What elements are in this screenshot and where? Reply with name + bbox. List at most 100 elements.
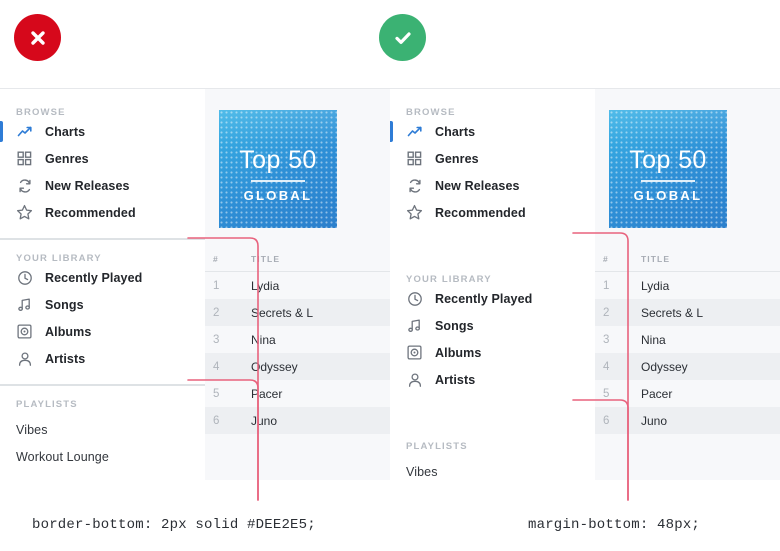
track-table-left: # TITLE 1 Lydia 2 Secrets & L 3 Nina 4 O… [205,247,390,434]
section-heading-browse: BROWSE [406,107,456,118]
playlist-item-vibes[interactable]: Vibes [0,416,205,443]
track-number: 6 [603,414,610,427]
album-disc-icon [16,323,33,340]
content-area-left: Top 50 GLOBAL # TITLE 1 Lydia 2 Secrets … [205,89,390,480]
person-icon [406,371,423,388]
nav-list-browse: Charts Genres New Releases Recommended [390,118,595,226]
sidebar-item-recommended[interactable]: Recommended [0,199,205,226]
table-row[interactable]: 5 Pacer [205,380,390,407]
table-row[interactable]: 2 Secrets & L [595,299,780,326]
playlist-item-workout-lounge[interactable]: Workout Lounge [0,443,205,470]
content-area-right: Top 50 GLOBAL # TITLE 1 Lydia 2 Secrets … [595,89,780,480]
sidebar-item-albums[interactable]: Albums [0,318,205,345]
sidebar-item-label: Charts [435,124,476,139]
album-cover-top-50[interactable]: Top 50 GLOBAL [609,110,727,228]
track-title: Nina [251,332,276,347]
sidebar-section-playlists: PLAYLISTS Vibes Workout Lounge [390,441,595,480]
track-title: Juno [641,413,668,428]
album-divider [251,180,305,182]
sidebar-item-label: Recommended [435,205,526,220]
sidebar-item-new-releases[interactable]: New Releases [0,172,205,199]
track-title: Pacer [641,386,673,401]
check-icon [394,31,411,44]
star-icon [16,204,33,221]
track-number: 4 [213,360,220,373]
table-row[interactable]: 3 Nina [205,326,390,353]
sidebar-item-label: Genres [45,151,89,166]
sidebar-left: BROWSE Charts Genres New Releases Recomm… [0,89,205,480]
sidebar-section-playlists: PLAYLISTS Vibes Workout Lounge [0,386,205,480]
good-example-panel: BROWSE Charts Genres New Releases Recomm… [390,88,780,480]
sidebar-item-genres[interactable]: Genres [390,145,595,172]
sidebar-item-label: Recently Played [45,270,143,285]
sidebar-item-label: Genres [435,151,479,166]
track-number: 3 [603,333,610,346]
sidebar-item-charts[interactable]: Charts [390,118,595,145]
track-table-right: # TITLE 1 Lydia 2 Secrets & L 3 Nina 4 O… [595,247,780,434]
track-number: 1 [213,279,220,292]
album-cover-top-50[interactable]: Top 50 GLOBAL [219,110,337,228]
section-heading-browse: BROWSE [16,107,66,118]
grid-icon [16,150,33,167]
sidebar-item-artists[interactable]: Artists [390,366,595,393]
track-title: Odyssey [251,359,298,374]
table-row[interactable]: 2 Secrets & L [205,299,390,326]
sidebar-item-charts[interactable]: Charts [0,118,205,145]
star-icon [406,204,423,221]
music-note-icon [406,317,423,334]
sidebar-item-artists[interactable]: Artists [0,345,205,372]
track-number: 2 [213,306,220,319]
section-heading-your-library: YOUR LIBRARY [406,274,492,285]
sidebar-item-recently-played[interactable]: Recently Played [390,285,595,312]
sidebar-item-songs[interactable]: Songs [0,291,205,318]
sidebar-section-browse: BROWSE Charts Genres New Releases Recomm… [390,89,595,226]
sidebar-item-label: New Releases [45,178,130,193]
track-number: 5 [603,387,610,400]
table-row[interactable]: 3 Nina [595,326,780,353]
track-title: Pacer [251,386,283,401]
sidebar-item-label: Songs [435,318,474,333]
caption-margin-bottom: margin-bottom: 48px; [528,517,701,533]
badge-band [0,0,780,88]
sidebar-item-albums[interactable]: Albums [390,339,595,366]
trend-arrow-icon [16,123,33,140]
table-row[interactable]: 1 Lydia [595,272,780,299]
table-row[interactable]: 6 Juno [595,407,780,434]
track-title: Secrets & L [641,305,704,320]
sidebar-item-label: Albums [435,345,482,360]
column-header-number: # [603,254,609,264]
playlist-item-vibes[interactable]: Vibes [390,458,595,480]
sidebar-item-recently-played[interactable]: Recently Played [0,264,205,291]
table-row[interactable]: 4 Odyssey [205,353,390,380]
track-number: 1 [603,279,610,292]
sidebar-item-recommended[interactable]: Recommended [390,199,595,226]
section-heading-playlists: PLAYLISTS [406,441,468,452]
sidebar-item-genres[interactable]: Genres [0,145,205,172]
sidebar-section-your-library: YOUR LIBRARY Recently Played Songs Album… [0,240,205,386]
refresh-icon [16,177,33,194]
x-icon [30,30,45,45]
sidebar-item-new-releases[interactable]: New Releases [390,172,595,199]
playlist-item-label: Vibes [406,464,438,479]
music-note-icon [16,296,33,313]
music-app-mock-right: BROWSE Charts Genres New Releases Recomm… [390,89,780,480]
sidebar-section-your-library: YOUR LIBRARY Recently Played Songs Album… [390,274,595,393]
sidebar-item-songs[interactable]: Songs [390,312,595,339]
table-row[interactable]: 6 Juno [205,407,390,434]
column-header-number: # [213,254,219,264]
bad-example-badge [14,14,61,61]
sidebar-item-label: Songs [45,297,84,312]
table-row[interactable]: 4 Odyssey [595,353,780,380]
good-example-badge [379,14,426,61]
album-title: Top 50 [239,146,317,174]
sidebar-item-label: Albums [45,324,92,339]
nav-list-your-library: Recently Played Songs Albums Artists [0,264,205,372]
clock-icon [16,269,33,286]
table-row[interactable]: 5 Pacer [595,380,780,407]
track-title: Odyssey [641,359,688,374]
album-title: Top 50 [629,146,707,174]
table-row[interactable]: 1 Lydia [205,272,390,299]
track-title: Secrets & L [251,305,314,320]
sidebar-right: BROWSE Charts Genres New Releases Recomm… [390,89,595,480]
music-app-mock-left: BROWSE Charts Genres New Releases Recomm… [0,89,390,480]
